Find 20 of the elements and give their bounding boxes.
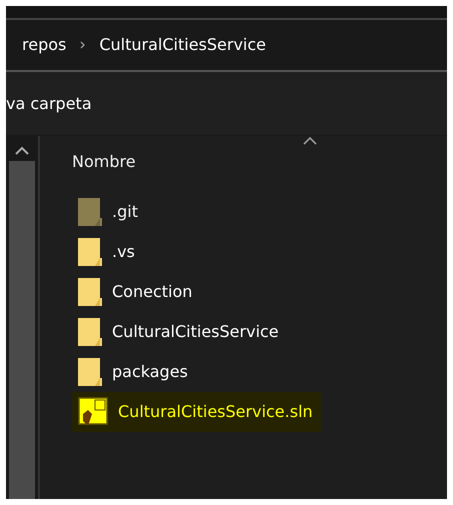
- file-row[interactable]: .git: [72, 192, 146, 232]
- file-name: CulturalCitiesService: [112, 321, 279, 343]
- breadcrumb-item[interactable]: repos: [22, 33, 66, 57]
- new-folder-label[interactable]: va carpeta: [6, 92, 92, 116]
- scroll-up-icon[interactable]: [15, 146, 29, 155]
- file-name: .git: [112, 201, 138, 223]
- file-name: Conection: [112, 281, 192, 303]
- breadcrumb-item[interactable]: CulturalCitiesService: [99, 33, 266, 57]
- file-row[interactable]: .vs: [72, 232, 143, 272]
- chevron-icon: [80, 41, 86, 49]
- column-header[interactable]: Nombre: [72, 152, 136, 171]
- file-row[interactable]: CulturalCitiesService: [72, 312, 287, 352]
- file-row[interactable]: packages: [72, 352, 196, 392]
- solution-file-icon: [78, 397, 108, 427]
- file-row[interactable]: CulturalCitiesService.sln: [72, 392, 321, 432]
- file-name: .vs: [112, 241, 135, 263]
- scrollbar-thumb[interactable]: [9, 161, 35, 499]
- file-name: packages: [112, 361, 188, 383]
- file-row[interactable]: Conection: [72, 272, 200, 312]
- file-name: CulturalCitiesService.sln: [118, 401, 313, 423]
